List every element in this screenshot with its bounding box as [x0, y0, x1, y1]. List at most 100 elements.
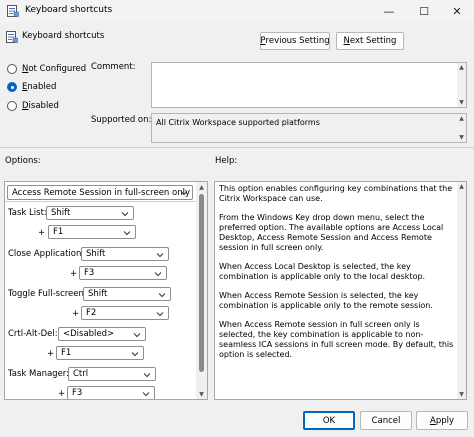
toggle-fullscreen-label: Toggle Full-screen: [8, 289, 87, 299]
enabled-label: nabled [27, 82, 57, 92]
close-application-modifier-value: Shift [86, 249, 106, 259]
maximize-button[interactable]: ☐ [407, 0, 441, 22]
supported-on-label: Supported on: [91, 115, 152, 125]
radio-not-configured-circle[interactable] [7, 64, 17, 74]
next-setting-label: ext Setting [349, 36, 397, 46]
comment-label: Comment: [91, 62, 136, 72]
task-manager-label: Task Manager: [8, 369, 70, 379]
minimize-button[interactable]: — [372, 0, 406, 22]
task-list-modifier-value: Shift [51, 208, 71, 218]
help-paragraph: From the Windows Key drop down menu, sel… [219, 213, 444, 252]
options-scroll-up-icon[interactable]: ▲ [196, 182, 207, 192]
close-application-modifier-select[interactable]: Shift [81, 247, 169, 261]
cancel-button[interactable]: Cancel [360, 411, 412, 430]
close-button[interactable]: ✕ [440, 0, 474, 22]
task-list-key-value: F1 [53, 227, 64, 237]
minimize-icon: — [383, 4, 395, 18]
mode-select-value: Access Remote Session in full-screen onl… [12, 187, 190, 198]
options-panel: Access Remote Session in full-screen onl… [4, 181, 208, 400]
help-scroll-down-icon[interactable]: ▼ [457, 390, 466, 399]
window-title: Keyboard shortcuts [25, 5, 113, 15]
options-scrollbar[interactable]: ▲ ▼ [196, 182, 207, 399]
task-manager-key-value: F3 [72, 388, 83, 398]
help-paragraph: When Access Remote Session is selected, … [219, 291, 433, 310]
close-application-plus: + [70, 269, 78, 279]
maximize-icon: ☐ [419, 4, 429, 18]
comment-scroll-down-icon[interactable]: ▼ [457, 98, 466, 107]
help-paragraph: This option enables configuring key comb… [219, 184, 453, 203]
not-configured-label: ot Configured [28, 64, 87, 74]
supported-on-box: All Citrix Workspace supported platforms… [151, 113, 467, 143]
supported-on-value: All Citrix Workspace supported platforms [156, 118, 320, 127]
radio-not-configured[interactable]: Not Configured [7, 62, 86, 76]
policy-app-icon [7, 5, 19, 17]
ctrl-alt-del-plus: + [47, 349, 55, 359]
task-manager-modifier-select[interactable]: Ctrl [68, 367, 156, 381]
supported-scroll-up-icon[interactable]: ▲ [457, 114, 466, 123]
section-divider [0, 147, 474, 148]
close-icon: ✕ [452, 4, 462, 18]
help-panel: This option enables configuring key comb… [214, 181, 467, 400]
chevron-down-icon [142, 392, 150, 397]
toggle-fullscreen-modifier-select[interactable]: Shift [83, 287, 171, 301]
toggle-fullscreen-modifier-value: Shift [88, 289, 108, 299]
close-application-label: Close Application: [8, 249, 85, 259]
chevron-down-icon [143, 373, 151, 378]
supported-scroll-down-icon[interactable]: ▼ [457, 133, 466, 142]
radio-enabled-circle[interactable] [7, 82, 17, 92]
options-separator [5, 201, 196, 202]
help-scrollbar[interactable]: ▲ ▼ [457, 182, 466, 399]
options-label: Options: [5, 156, 41, 166]
ok-label: OK [322, 415, 336, 426]
chevron-down-icon [180, 191, 188, 196]
help-paragraph: When Access Remote session in full scree… [219, 320, 454, 359]
options-scroll-down-icon[interactable]: ▼ [196, 389, 207, 399]
task-list-modifier-select[interactable]: Shift [46, 206, 134, 220]
chevron-down-icon [156, 253, 164, 258]
chevron-down-icon [123, 231, 131, 236]
close-application-key-select[interactable]: F3 [79, 266, 167, 280]
close-application-key-value: F3 [84, 268, 95, 278]
ok-button[interactable]: OK [303, 411, 355, 430]
comment-scrollbar[interactable]: ▲ ▼ [457, 63, 466, 107]
help-scroll-up-icon[interactable]: ▲ [457, 182, 466, 191]
ctrl-alt-del-key-value: F1 [61, 348, 72, 358]
chevron-down-icon [154, 272, 162, 277]
disabled-label: isabled [28, 101, 59, 111]
toggle-fullscreen-key-select[interactable]: F2 [81, 306, 169, 320]
ctrl-alt-del-key-select[interactable]: F1 [56, 346, 144, 360]
chevron-down-icon [131, 352, 139, 357]
cancel-label: Cancel [371, 415, 401, 426]
ctrl-alt-del-modifier-select[interactable]: <Disabled> [58, 327, 146, 341]
radio-enabled[interactable]: Enabled [7, 80, 56, 94]
chevron-down-icon [156, 312, 164, 317]
ctrl-alt-del-label: Crtl-Alt-Del: [8, 329, 58, 339]
options-scroll-thumb[interactable] [199, 194, 204, 372]
comment-textbox[interactable]: ▲ ▼ [151, 62, 467, 108]
mode-select[interactable]: Access Remote Session in full-screen onl… [7, 185, 193, 200]
task-manager-modifier-value: Ctrl [73, 369, 89, 379]
toggle-fullscreen-key-value: F2 [86, 308, 97, 318]
policy-title: Keyboard shortcuts [22, 31, 105, 41]
radio-disabled-circle[interactable] [7, 101, 17, 111]
previous-setting-button[interactable]: Previous Setting [260, 32, 330, 50]
policy-setting-icon [6, 31, 18, 43]
chevron-down-icon [158, 293, 166, 298]
toggle-fullscreen-plus: + [72, 309, 80, 319]
next-setting-button[interactable]: Next Setting [336, 32, 404, 50]
task-list-plus: + [38, 228, 46, 238]
previous-setting-label: revious Setting [265, 36, 330, 46]
ctrl-alt-del-modifier-value: <Disabled> [63, 329, 115, 339]
comment-scroll-up-icon[interactable]: ▲ [457, 63, 466, 72]
task-list-label: Task List: [8, 208, 47, 218]
supported-scrollbar[interactable]: ▲ ▼ [457, 114, 466, 142]
help-label: Help: [215, 156, 238, 166]
radio-disabled[interactable]: Disabled [7, 99, 59, 113]
chevron-down-icon [133, 333, 141, 338]
task-list-key-select[interactable]: F1 [48, 225, 136, 239]
chevron-down-icon [121, 212, 129, 217]
apply-button[interactable]: Apply [416, 411, 468, 430]
task-manager-plus: + [58, 389, 66, 399]
help-paragraph: When Access Local Desktop is selected, t… [219, 262, 426, 281]
task-manager-key-select[interactable]: F3 [67, 386, 155, 399]
